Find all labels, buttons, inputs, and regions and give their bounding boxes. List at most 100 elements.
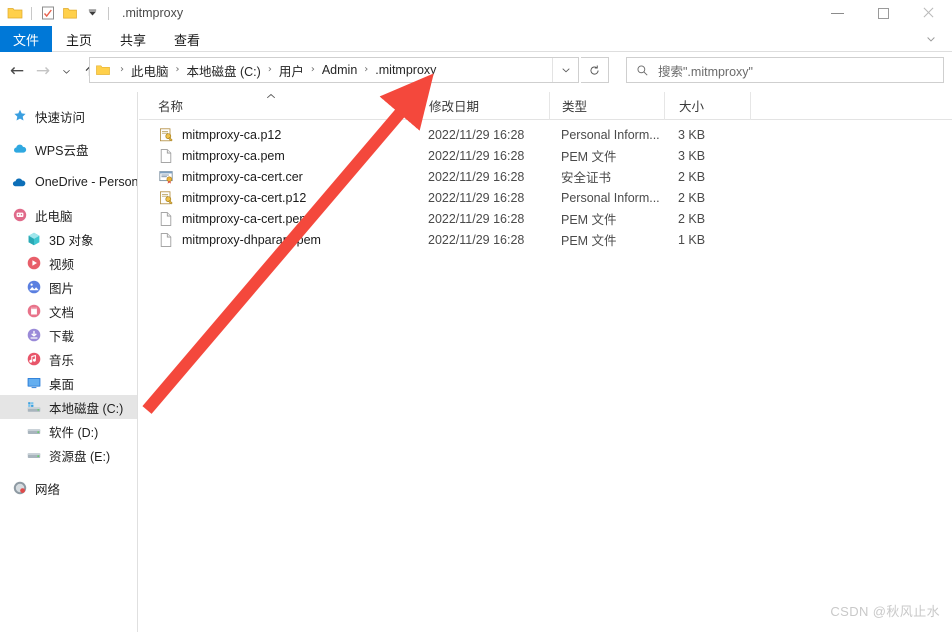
column-header-size[interactable]: 大小	[664, 91, 750, 120]
customize-qat-icon[interactable]	[81, 2, 103, 24]
breadcrumb-item-users[interactable]: 用户	[279, 61, 304, 80]
file-name-cell: mitmproxy-ca-cert.cer	[139, 166, 414, 187]
pictures-icon	[27, 280, 41, 294]
file-type-cell: PEM 文件	[561, 213, 617, 227]
onedrive-icon	[12, 178, 26, 187]
sidebar-label: 快速访问	[35, 110, 86, 125]
sidebar-item-drive-e[interactable]: 资源盘 (E:)	[0, 443, 137, 467]
address-bar[interactable]: › 此电脑 › 本地磁盘 (C:) › 用户 › Admin › .mitmpr…	[89, 57, 579, 83]
sidebar-item-downloads[interactable]: 下载	[0, 323, 137, 347]
music-icon	[27, 352, 41, 366]
ribbon-tab-bar: 文件 主页 共享 查看	[0, 26, 952, 52]
breadcrumb-separator-1[interactable]: ›	[176, 65, 180, 75]
file-date-cell: 2022/11/29 16:28	[428, 169, 525, 184]
address-dropdown-icon[interactable]	[552, 58, 578, 82]
generic-file-icon	[160, 211, 172, 226]
sidebar-item-quick-access[interactable]: 快速访问	[0, 104, 137, 128]
column-header-type[interactable]: 类型	[549, 91, 664, 120]
sidebar-item-pictures[interactable]: 图片	[0, 275, 137, 299]
sidebar-label: 网络	[35, 482, 61, 497]
file-size-cell: 2 KB	[678, 169, 706, 184]
properties-icon[interactable]	[37, 2, 59, 24]
sidebar-label: 资源盘 (E:)	[49, 449, 111, 464]
sidebar-item-local-disk-c[interactable]: 本地磁盘 (C:)	[0, 395, 137, 419]
this-pc-icon	[13, 208, 27, 222]
table-row[interactable]: mitmproxy-ca.p12 2022/11/29 16:28 Person…	[139, 124, 952, 145]
file-type-cell: Personal Inform...	[561, 190, 660, 205]
navigation-pane: 快速访问 WPS云盘 OneDrive - Person 此电脑 3D 对象 视…	[0, 92, 138, 632]
certificate-icon	[159, 170, 173, 184]
breadcrumb-item-mitmproxy[interactable]: .mitmproxy	[375, 63, 436, 77]
sidebar-item-network[interactable]: 网络	[0, 476, 137, 500]
table-row[interactable]: mitmproxy-ca-cert.cer 2022/11/29 16:28 安…	[139, 166, 952, 187]
file-date-cell: 2022/11/29 16:28	[428, 211, 525, 226]
window-title: .mitmproxy	[122, 6, 184, 20]
file-type-cell: Personal Inform...	[561, 127, 660, 142]
new-folder-icon[interactable]	[59, 2, 81, 24]
tab-file[interactable]: 文件	[0, 26, 53, 52]
tab-share[interactable]: 共享	[106, 26, 160, 52]
sidebar-item-3d-objects[interactable]: 3D 对象	[0, 227, 137, 251]
file-size-cell: 2 KB	[678, 190, 706, 205]
breadcrumb-separator-3[interactable]: ›	[311, 65, 315, 75]
sidebar-item-music[interactable]: 音乐	[0, 347, 137, 371]
sidebar-item-wps-cloud[interactable]: WPS云盘	[0, 137, 137, 161]
column-header-name[interactable]: 名称	[139, 92, 414, 120]
sidebar-item-videos[interactable]: 视频	[0, 251, 137, 275]
chevron-down-icon[interactable]	[920, 26, 942, 52]
file-rows: mitmproxy-ca.p12 2022/11/29 16:28 Person…	[139, 120, 952, 250]
breadcrumb-item-c-drive[interactable]: 本地磁盘 (C:)	[187, 61, 261, 80]
generic-file-icon	[160, 232, 172, 247]
file-size-cell: 2 KB	[678, 211, 706, 226]
downloads-icon	[27, 328, 41, 342]
sidebar-item-drive-d[interactable]: 软件 (D:)	[0, 419, 137, 443]
search-input[interactable]: 搜索".mitmproxy"	[626, 57, 944, 83]
network-icon	[13, 481, 27, 495]
file-type-cell: PEM 文件	[561, 234, 617, 248]
table-row[interactable]: mitmproxy-ca-cert.p12 2022/11/29 16:28 P…	[139, 187, 952, 208]
table-row[interactable]: mitmproxy-ca-cert.pem 2022/11/29 16:28 P…	[139, 208, 952, 229]
recent-locations-button[interactable]	[56, 56, 76, 86]
table-row[interactable]: mitmproxy-ca.pem 2022/11/29 16:28 PEM 文件…	[139, 145, 952, 166]
breadcrumb-separator-2[interactable]: ›	[268, 65, 272, 75]
column-header-date[interactable]: 修改日期	[414, 91, 549, 120]
system-drive-icon	[27, 402, 41, 412]
maximize-button[interactable]	[860, 0, 906, 26]
tab-view[interactable]: 查看	[160, 26, 214, 52]
back-button[interactable]: ←	[4, 56, 30, 86]
file-date-cell: 2022/11/29 16:28	[428, 232, 525, 247]
forward-button[interactable]: →	[30, 56, 56, 86]
star-pin-icon	[14, 109, 26, 121]
refresh-button[interactable]	[581, 57, 609, 83]
column-header-spacer	[750, 91, 840, 120]
file-name-label: mitmproxy-ca-cert.cer	[182, 169, 303, 184]
documents-icon	[27, 304, 41, 318]
sidebar-item-this-pc[interactable]: 此电脑	[0, 203, 137, 227]
file-date-cell: 2022/11/29 16:28	[428, 127, 525, 142]
file-date-cell: 2022/11/29 16:28	[428, 190, 525, 205]
sidebar-label: 音乐	[49, 353, 75, 368]
file-name-label: mitmproxy-ca.pem	[182, 148, 285, 163]
sidebar-item-desktop[interactable]: 桌面	[0, 371, 137, 395]
generic-file-icon	[160, 148, 172, 163]
sort-ascending-icon	[265, 92, 277, 102]
file-list-pane: 名称 修改日期 类型 大小 mitmproxy-ca.p12 2022/11/2…	[139, 91, 952, 632]
file-name-cell: mitmproxy-ca-cert.pem	[139, 208, 414, 229]
tab-home[interactable]: 主页	[52, 26, 106, 52]
sidebar-item-onedrive[interactable]: OneDrive - Person	[0, 170, 137, 194]
close-button[interactable]	[906, 0, 952, 26]
minimize-button[interactable]	[814, 0, 860, 26]
file-name-label: mitmproxy-ca.p12	[182, 127, 282, 142]
3d-objects-icon	[28, 232, 40, 246]
file-name-label: mitmproxy-ca-cert.pem	[182, 211, 310, 226]
toolbar-divider	[31, 6, 32, 20]
sidebar-item-documents[interactable]: 文档	[0, 299, 137, 323]
file-type-cell: 安全证书	[561, 171, 612, 185]
folder-icon[interactable]	[4, 2, 26, 24]
sidebar-label: 下载	[49, 329, 75, 344]
breadcrumb-item-this-pc[interactable]: 此电脑	[131, 61, 169, 80]
watermark: CSDN @秋风止水	[830, 604, 940, 619]
breadcrumb-separator-4[interactable]: ›	[364, 65, 368, 75]
table-row[interactable]: mitmproxy-dhparam.pem 2022/11/29 16:28 P…	[139, 229, 952, 250]
breadcrumb-item-admin[interactable]: Admin	[322, 63, 357, 77]
